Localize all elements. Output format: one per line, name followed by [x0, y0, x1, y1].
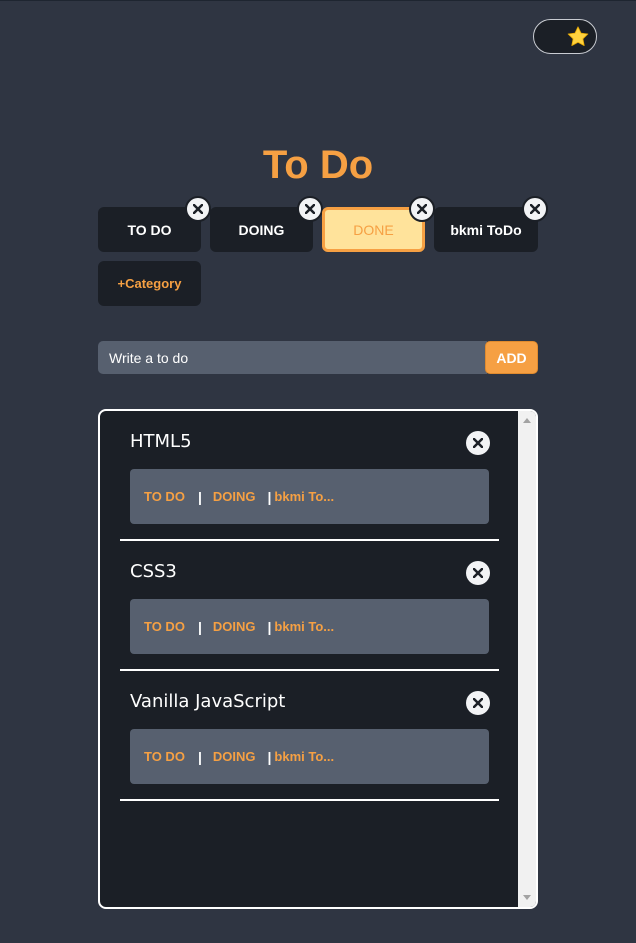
- category-label: TO DO: [127, 221, 172, 238]
- delete-todo-button[interactable]: [466, 431, 490, 455]
- separator: |: [197, 488, 202, 505]
- todo-name: HTML5: [130, 431, 192, 452]
- delete-category-doing-button[interactable]: [297, 196, 323, 222]
- todo-item: Vanilla JavaScript TO DO | DOING | bkmi …: [120, 671, 499, 801]
- close-icon: [530, 204, 540, 214]
- separator: |: [267, 618, 272, 635]
- scrollbar[interactable]: [518, 411, 536, 907]
- scroll-down-arrow-icon[interactable]: [523, 895, 531, 900]
- close-icon: [473, 568, 483, 578]
- separator: |: [267, 488, 272, 505]
- todo-input[interactable]: [98, 341, 487, 374]
- move-to-todo-button[interactable]: TO DO: [144, 749, 185, 764]
- move-to-bkmi-todo-button[interactable]: bkmi To...: [274, 619, 334, 634]
- category-label: DOING: [238, 221, 285, 238]
- category-label: DONE: [353, 221, 394, 238]
- star-icon: [567, 25, 589, 46]
- close-icon: [473, 438, 483, 448]
- todo-name: Vanilla JavaScript: [130, 691, 286, 712]
- delete-category-bkmi-todo-button[interactable]: [522, 196, 548, 222]
- move-to-todo-button[interactable]: TO DO: [144, 619, 185, 634]
- move-to-bkmi-todo-button[interactable]: bkmi To...: [274, 489, 334, 504]
- todo-list: HTML5 TO DO | DOING | bkmi To... CSS3 TO…: [98, 409, 538, 909]
- delete-todo-button[interactable]: [466, 561, 490, 585]
- divider: [120, 799, 499, 801]
- close-icon: [473, 698, 483, 708]
- page-title: To Do: [262, 143, 374, 187]
- move-to-todo-button[interactable]: TO DO: [144, 489, 185, 504]
- move-to-doing-button[interactable]: DOING: [213, 749, 256, 764]
- add-category-button[interactable]: +Category: [98, 261, 201, 306]
- close-icon: [305, 204, 315, 214]
- add-todo-button[interactable]: ADD: [485, 341, 538, 374]
- delete-category-todo-button[interactable]: [185, 196, 211, 222]
- category-label: bkmi ToDo: [450, 221, 522, 238]
- close-icon: [417, 204, 427, 214]
- move-category-box: TO DO | DOING | bkmi To...: [130, 729, 489, 784]
- separator: |: [267, 748, 272, 765]
- add-category-label: +Category: [117, 276, 182, 291]
- close-icon: [193, 204, 203, 214]
- move-to-doing-button[interactable]: DOING: [213, 619, 256, 634]
- move-category-box: TO DO | DOING | bkmi To...: [130, 469, 489, 524]
- separator: |: [197, 748, 202, 765]
- move-to-doing-button[interactable]: DOING: [213, 489, 256, 504]
- delete-todo-button[interactable]: [466, 691, 490, 715]
- todo-item: CSS3 TO DO | DOING | bkmi To...: [120, 541, 499, 671]
- move-to-bkmi-todo-button[interactable]: bkmi To...: [274, 749, 334, 764]
- todo-name: CSS3: [130, 561, 177, 582]
- move-category-box: TO DO | DOING | bkmi To...: [130, 599, 489, 654]
- delete-category-done-button[interactable]: [409, 196, 435, 222]
- todo-item: HTML5 TO DO | DOING | bkmi To...: [120, 411, 499, 541]
- separator: |: [197, 618, 202, 635]
- theme-toggle[interactable]: [533, 19, 597, 54]
- scroll-up-arrow-icon[interactable]: [523, 418, 531, 423]
